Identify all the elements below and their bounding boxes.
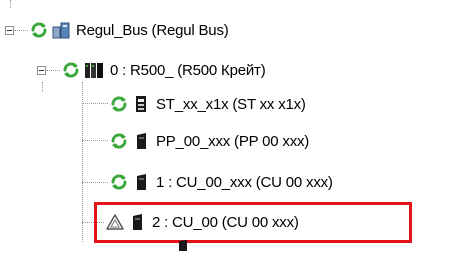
crate-icon (84, 61, 104, 79)
tree-connector (82, 103, 108, 104)
tree-connector (14, 30, 28, 31)
bus-icon (52, 21, 70, 39)
module-icon (132, 173, 150, 191)
module-icon (178, 238, 188, 251)
sync-arrows-icon (110, 132, 128, 150)
tree-item-label: ST_xx_x1x (ST xx x1x) (156, 95, 306, 113)
collapse-toggle-r500[interactable] (37, 66, 46, 75)
tree-connector (82, 140, 108, 141)
device-tree: Regul_Bus (Regul Bus) 0 : R500_ (R500 Кр… (0, 0, 461, 251)
tree-item-label: PP_00_xxx (PP 00 xxx) (156, 132, 310, 150)
tree-connector (10, 0, 11, 8)
tree-item-label: 0 : R500_ (R500 Крейт) (110, 61, 266, 79)
module-icon (132, 95, 150, 113)
tree-item-r500-crate[interactable]: 0 : R500_ (R500 Крейт) (62, 56, 266, 84)
sync-arrows-icon (110, 173, 128, 191)
sync-arrows-icon (30, 21, 48, 39)
module-icon (132, 132, 150, 150)
tree-connector (82, 182, 108, 183)
tree-item-label: 1 : CU_00_xxx (CU 00 xxx) (156, 173, 333, 191)
sync-arrows-icon (62, 61, 80, 79)
sync-arrows-icon (110, 95, 128, 113)
tree-connector (42, 82, 43, 92)
tree-item-regul-bus[interactable]: Regul_Bus (Regul Bus) (30, 16, 229, 44)
tree-item-label: Regul_Bus (Regul Bus) (76, 21, 229, 39)
tree-item-cu-module-1[interactable]: 1 : CU_00_xxx (CU 00 xxx) (110, 168, 333, 196)
tree-connector (46, 70, 60, 71)
selection-highlight (94, 202, 412, 243)
tree-connector (82, 82, 83, 242)
collapse-toggle-regul-bus[interactable] (5, 26, 14, 35)
tree-item-st-module[interactable]: ST_xx_x1x (ST xx x1x) (110, 90, 306, 118)
tree-item-pp-module[interactable]: PP_00_xxx (PP 00 xxx) (110, 127, 309, 155)
